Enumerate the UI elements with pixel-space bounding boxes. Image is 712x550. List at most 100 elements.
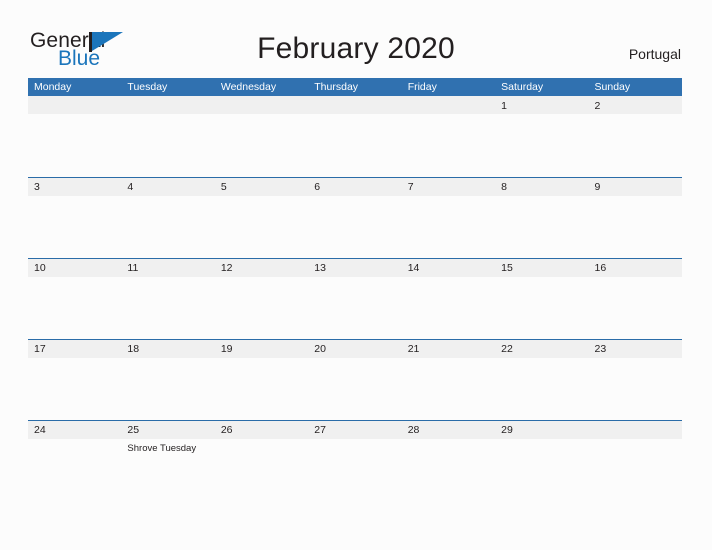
day-cell[interactable]: 2 [589, 97, 682, 177]
day-cell[interactable]: 21 [402, 340, 495, 420]
day-cell[interactable]: 27 [308, 421, 401, 501]
day-event [501, 439, 588, 443]
day-event [127, 277, 214, 281]
day-cell[interactable]: 10 [28, 259, 121, 339]
calendar-week-row: 3 4 5 6 7 8 9 [28, 177, 682, 258]
day-number: 29 [501, 424, 513, 436]
day-cell[interactable]: 24 [28, 421, 121, 501]
day-event [221, 358, 308, 362]
day-number [127, 97, 214, 115]
calendar-week-row: 24 25 Shrove Tuesday 26 27 28 29 [28, 420, 682, 501]
weekday-header-thursday: Thursday [314, 81, 359, 93]
day-cell[interactable]: 23 [589, 340, 682, 420]
day-number: 5 [220, 181, 227, 193]
day-number [314, 97, 401, 115]
day-cell[interactable]: 20 [308, 340, 401, 420]
day-number: 12 [220, 262, 233, 274]
day-cell[interactable]: 3 [28, 178, 121, 258]
day-number [595, 421, 682, 439]
day-cell[interactable] [215, 97, 308, 177]
day-number: 16 [594, 262, 607, 274]
weekday-header-monday: Monday [34, 81, 72, 93]
day-cell[interactable]: 13 [308, 259, 401, 339]
day-event [34, 196, 121, 200]
day-number: 23 [594, 343, 607, 355]
week-cells: 17 18 19 20 21 22 23 [28, 340, 682, 420]
day-cell[interactable]: 8 [495, 178, 588, 258]
day-cell[interactable]: 22 [495, 340, 588, 420]
week-cells: 1 2 [28, 97, 682, 177]
day-number: 3 [34, 181, 40, 193]
day-cell[interactable]: 28 [402, 421, 495, 501]
day-cell[interactable]: 1 [495, 97, 588, 177]
day-number: 2 [594, 100, 601, 112]
calendar-week-row: 17 18 19 20 21 22 23 [28, 339, 682, 420]
day-cell[interactable]: 19 [215, 340, 308, 420]
day-event [314, 115, 401, 119]
day-cell[interactable]: 26 [215, 421, 308, 501]
day-cell[interactable] [402, 97, 495, 177]
day-cell[interactable]: 11 [121, 259, 214, 339]
day-cell[interactable]: 14 [402, 259, 495, 339]
page-title: February 2020 [257, 32, 455, 65]
day-event [221, 196, 308, 200]
week-cells: 3 4 5 6 7 8 9 [28, 178, 682, 258]
day-cell[interactable] [28, 97, 121, 177]
day-number: 4 [127, 181, 134, 193]
day-number: 14 [407, 262, 420, 274]
day-cell[interactable] [589, 421, 682, 501]
day-cell[interactable]: 29 [495, 421, 588, 501]
day-number: 7 [407, 181, 414, 193]
day-event [595, 115, 682, 119]
region-label: Portugal [628, 46, 681, 62]
day-event [501, 277, 588, 281]
day-event [127, 115, 214, 119]
day-cell[interactable]: 25 Shrove Tuesday [121, 421, 214, 501]
day-cell[interactable]: 16 [589, 259, 682, 339]
day-number: 20 [314, 343, 326, 355]
day-event [595, 439, 682, 443]
weekday-header-sunday: Sunday [594, 81, 631, 93]
day-number: 27 [314, 424, 326, 436]
day-number [408, 97, 495, 115]
day-number: 15 [501, 262, 513, 274]
day-number: 8 [501, 181, 507, 193]
day-event [314, 439, 401, 443]
page-header: General Blue February 2020 Portugal [0, 0, 712, 78]
day-cell[interactable]: 18 [121, 340, 214, 420]
day-event [595, 358, 682, 362]
day-cell[interactable]: 7 [402, 178, 495, 258]
day-event [501, 196, 588, 200]
day-number: 9 [594, 181, 601, 193]
day-event: Shrove Tuesday [127, 443, 197, 454]
day-cell[interactable] [308, 97, 401, 177]
day-cell[interactable]: 12 [215, 259, 308, 339]
day-event [221, 277, 308, 281]
day-number: 21 [407, 343, 420, 355]
calendar-week-row: 10 11 12 13 14 15 16 [28, 258, 682, 339]
weekday-header-saturday: Saturday [501, 81, 544, 93]
day-event [408, 196, 495, 200]
day-event [314, 196, 401, 200]
day-number: 11 [127, 262, 139, 274]
day-number: 10 [34, 262, 46, 274]
day-event [408, 358, 495, 362]
day-cell[interactable]: 9 [589, 178, 682, 258]
day-cell[interactable]: 15 [495, 259, 588, 339]
day-cell[interactable]: 4 [121, 178, 214, 258]
day-cell[interactable]: 17 [28, 340, 121, 420]
day-event [127, 196, 214, 200]
day-number: 17 [34, 343, 46, 355]
day-cell[interactable]: 6 [308, 178, 401, 258]
day-number: 26 [220, 424, 233, 436]
day-event [501, 358, 588, 362]
day-number: 25 [127, 424, 140, 436]
day-event [501, 115, 588, 119]
weekday-header-friday: Friday [407, 81, 437, 93]
day-cell[interactable] [121, 97, 214, 177]
day-number: 13 [314, 262, 326, 274]
day-event [221, 439, 308, 443]
day-event [595, 196, 682, 200]
calendar-page: General Blue February 2020 Portugal Mond… [0, 0, 712, 550]
day-cell[interactable]: 5 [215, 178, 308, 258]
